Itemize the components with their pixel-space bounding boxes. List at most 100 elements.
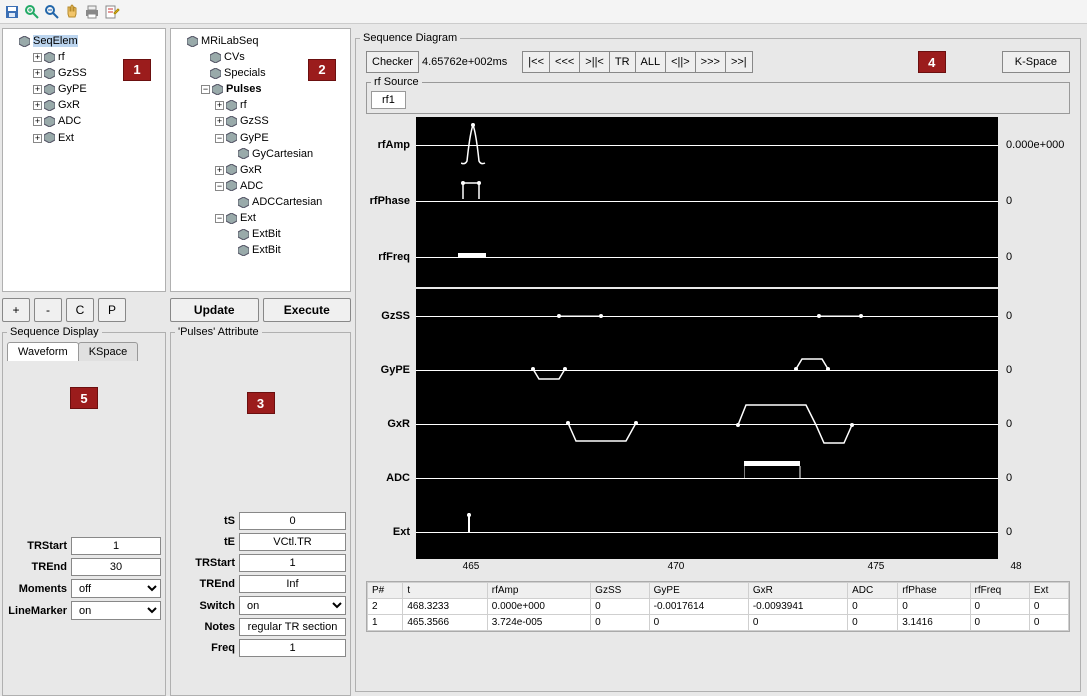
execute-button[interactable]: Execute [263,298,352,322]
sequence-display-title: Sequence Display [7,326,102,338]
tree2-item[interactable]: ADC [240,180,263,192]
collapse-icon[interactable]: − [215,214,224,223]
gradient-waveform-area[interactable]: GzSS0 GyPE0 GxR0 ADC0 Ext [416,289,998,559]
tree1-root[interactable]: SeqElem [33,35,78,47]
tree2-item[interactable]: GxR [240,164,262,176]
th[interactable]: P# [368,583,403,599]
wf-value-rfphase: 0 [1006,195,1012,207]
tree2-item[interactable]: GyCartesian [252,148,313,160]
input-trend[interactable] [71,558,161,576]
rf-waveform-area[interactable]: rfAmp 0.000e+000 rfPhase 0 rfFreq 0 [416,117,998,287]
expand-icon[interactable]: + [33,53,42,62]
select-moments[interactable]: off [71,579,161,598]
expand-icon[interactable]: + [215,166,224,175]
th[interactable]: rfPhase [898,583,970,599]
tick: 48 [1010,561,1021,572]
th[interactable]: rfFreq [970,583,1029,599]
label-ts: tS [175,515,235,527]
checker-button[interactable]: Checker [366,51,419,73]
th[interactable]: GyPE [649,583,748,599]
tree1-item[interactable]: Ext [58,132,74,144]
badge-2: 2 [308,59,336,81]
update-button[interactable]: Update [170,298,259,322]
tab-waveform[interactable]: Waveform [7,342,79,361]
copy-button[interactable]: C [66,298,94,322]
input-te[interactable] [239,533,346,551]
label-moments: Moments [7,583,67,595]
tick: 470 [668,561,685,572]
nav-all[interactable]: ALL [635,51,667,73]
rfsource-title: rf Source [371,76,422,88]
wf-value: 0 [1006,472,1012,484]
expand-icon[interactable]: + [33,117,42,126]
tree2-item[interactable]: Ext [240,212,256,224]
th[interactable]: rfAmp [487,583,590,599]
select-switch[interactable]: on [239,596,346,615]
zoom-in-icon[interactable] [24,4,40,20]
label-trend: TREnd [7,561,67,573]
wf-label-gxr: GxR [387,418,410,430]
collapse-icon[interactable]: − [201,85,210,94]
notes-icon[interactable] [104,4,120,20]
remove-button[interactable]: - [34,298,62,322]
tree2-item[interactable]: GyPE [240,132,269,144]
th[interactable]: GxR [748,583,847,599]
collapse-icon[interactable]: − [215,134,224,143]
zoom-out-icon[interactable] [44,4,60,20]
nav-prevfast[interactable]: <<< [549,51,580,73]
input-freq[interactable] [239,639,346,657]
nav-first[interactable]: |<< [522,51,550,73]
label-trend2: TREnd [175,578,235,590]
tree2-item-pulses[interactable]: Pulses [226,83,261,95]
expand-icon[interactable]: + [33,69,42,78]
input-ts[interactable] [239,512,346,530]
wf-label-adc: ADC [386,472,410,484]
th[interactable]: t [403,583,487,599]
nav-tr[interactable]: TR [609,51,636,73]
expand-icon[interactable]: + [33,134,42,143]
tree2-item[interactable]: ExtBit [252,244,281,256]
th[interactable]: Ext [1029,583,1068,599]
tree1-item[interactable]: GxR [58,99,80,111]
pan-icon[interactable] [64,4,80,20]
tree2-root[interactable]: MRiLabSeq [201,35,258,47]
select-linemarker[interactable]: on [71,601,161,620]
tree1-item[interactable]: GyPE [58,83,87,95]
print-icon[interactable] [84,4,100,20]
nav-nextfast[interactable]: >>> [695,51,726,73]
table-row[interactable]: 2468.32330.000e+0000-0.0017614-0.0093941… [368,599,1069,615]
seqelem-tree[interactable]: 1 SeqElem +rf +GzSS +GyPE +GxR +ADC +Ext [2,28,166,292]
tree2-item[interactable]: Specials [224,67,266,79]
nav-stepback[interactable]: >||< [579,51,610,73]
kspace-button[interactable]: K-Space [1002,51,1070,73]
expand-icon[interactable]: + [33,85,42,94]
tree2-item[interactable]: rf [240,99,247,111]
save-icon[interactable] [4,4,20,20]
nav-stepfwd[interactable]: <||> [665,51,696,73]
mrilabseq-tree[interactable]: 2 MRiLabSeq CVs Specials − Pulses + rf + Gz… [170,28,351,292]
data-table[interactable]: P# t rfAmp GzSS GyPE GxR ADC rfPhase rfF… [366,581,1070,632]
tree2-item[interactable]: ADCCartesian [252,196,322,208]
expand-icon[interactable]: + [33,101,42,110]
input-trstart2[interactable] [239,554,346,572]
input-notes[interactable] [239,618,346,636]
tree1-item[interactable]: GzSS [58,67,87,79]
table-row[interactable]: 1465.35663.724e-00500003.141600 [368,615,1069,631]
rf-tab[interactable]: rf1 [371,91,406,109]
th[interactable]: GzSS [591,583,649,599]
add-button[interactable]: + [2,298,30,322]
expand-icon[interactable]: + [215,117,224,126]
input-trend2[interactable] [239,575,346,593]
tree1-item[interactable]: ADC [58,116,81,128]
nav-last[interactable]: >>| [725,51,753,73]
expand-icon[interactable]: + [215,101,224,110]
tab-kspace[interactable]: KSpace [78,342,139,361]
collapse-icon[interactable]: − [215,182,224,191]
paste-button[interactable]: P [98,298,126,322]
tree1-item[interactable]: rf [58,51,65,63]
tree2-item[interactable]: ExtBit [252,228,281,240]
th[interactable]: ADC [848,583,898,599]
input-trstart[interactable] [71,537,161,555]
tree2-item[interactable]: GzSS [240,116,269,128]
tree2-item[interactable]: CVs [224,51,245,63]
